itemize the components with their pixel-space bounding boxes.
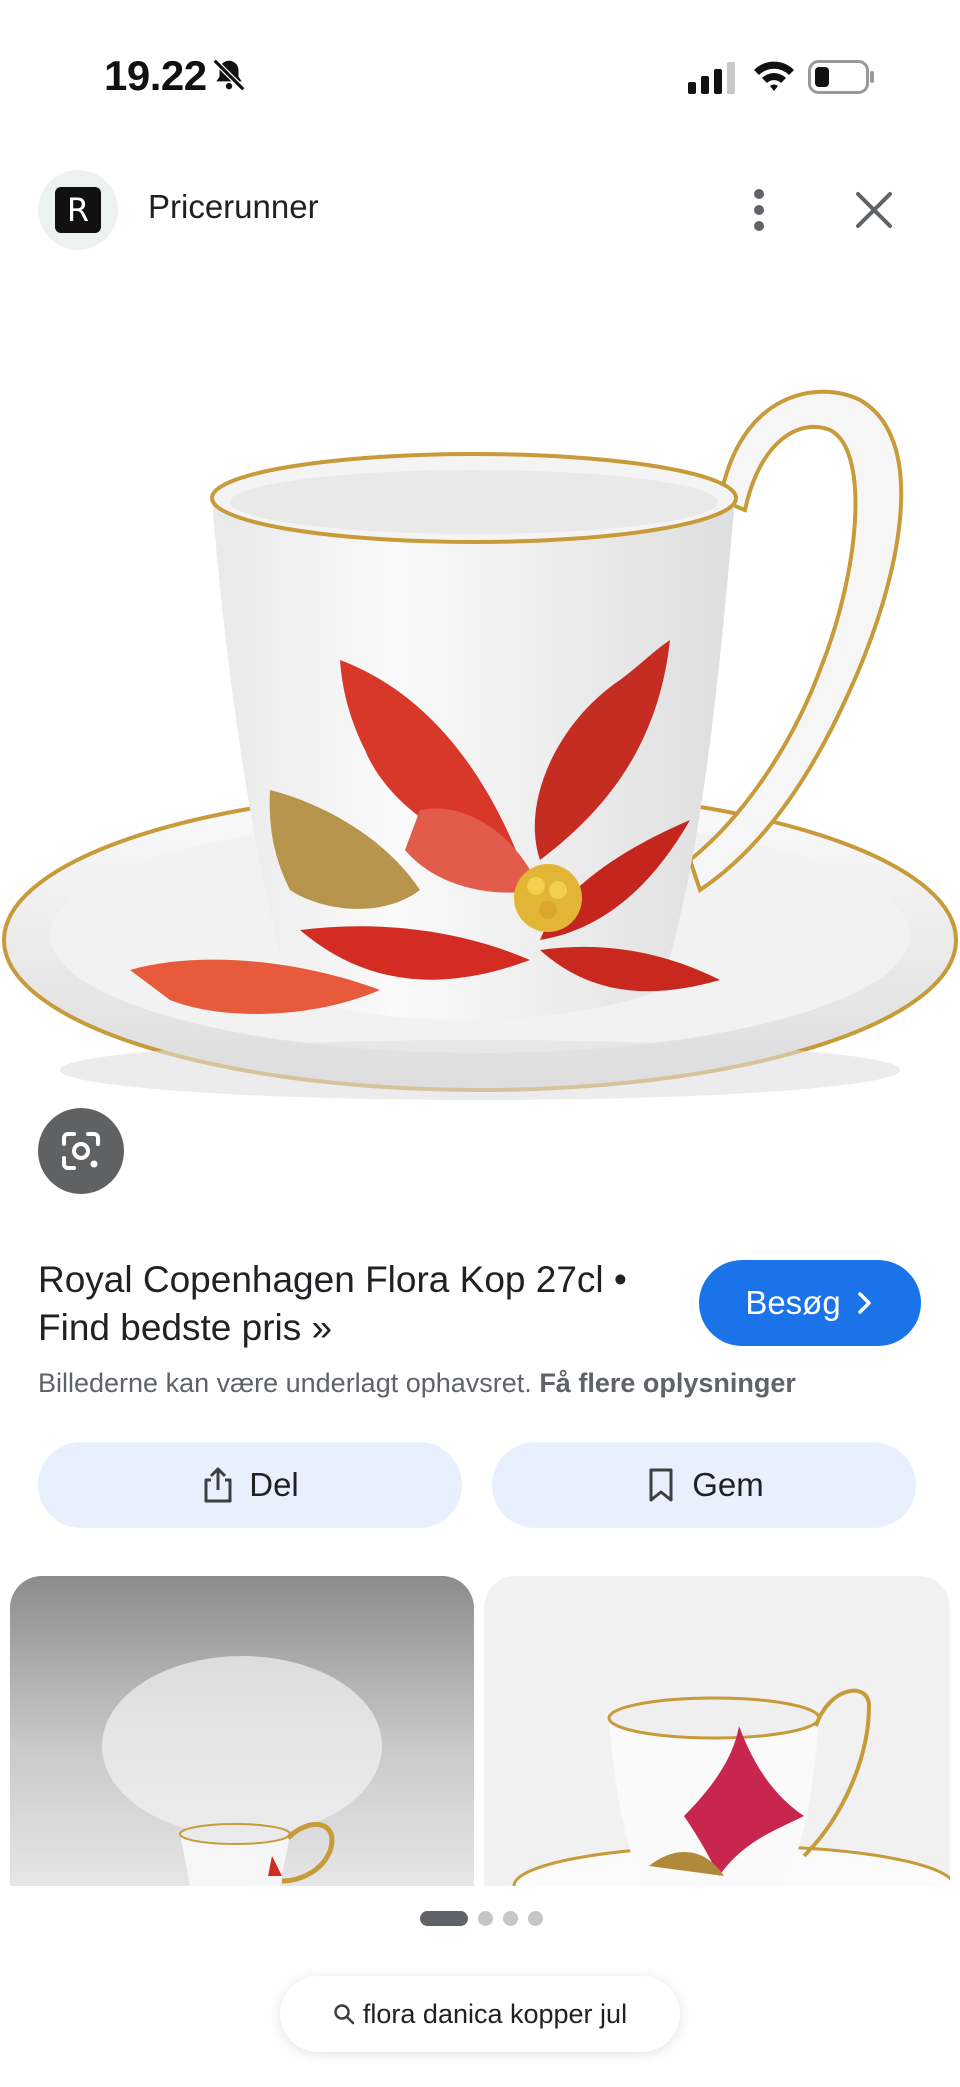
share-label: Del — [249, 1466, 299, 1503]
bookmark-icon — [649, 1468, 673, 1502]
related-cup-image-2 — [512, 1688, 950, 1886]
product-image[interactable] — [0, 330, 960, 1120]
cellular-signal-icon — [688, 62, 735, 94]
visit-button-label: Besøg — [745, 1284, 841, 1321]
more-options-icon[interactable] — [740, 186, 778, 234]
share-button[interactable]: Del — [38, 1442, 462, 1528]
visit-button[interactable]: Besøg — [699, 1260, 921, 1346]
google-lens-button[interactable] — [38, 1108, 124, 1194]
related-image-2[interactable] — [484, 1576, 950, 1886]
page-indicator-dot — [478, 1910, 493, 1926]
copyright-notice: Billederne kan være underlagt ophavsret.… — [38, 1368, 796, 1399]
battery-icon — [808, 60, 874, 94]
close-icon[interactable] — [852, 188, 896, 232]
page-indicator — [420, 1910, 543, 1926]
share-icon — [204, 1467, 232, 1503]
related-cup-image-1 — [102, 1656, 382, 1886]
status-time: 19.22 — [104, 52, 207, 99]
page-indicator-dot — [528, 1910, 543, 1926]
search-icon — [334, 2004, 355, 2025]
page-indicator-active — [420, 1910, 468, 1926]
wifi-icon — [754, 61, 794, 91]
pricerunner-logo: R — [55, 187, 101, 233]
search-query-pill[interactable]: flora danica kopper jul — [280, 1976, 680, 2052]
save-button[interactable]: Gem — [492, 1442, 916, 1528]
related-image-1[interactable] — [10, 1576, 474, 1886]
save-label: Gem — [692, 1466, 764, 1503]
search-query-text: flora danica kopper jul — [362, 1998, 628, 2029]
product-title[interactable]: Royal Copenhagen Flora Kop 27cl • Find b… — [38, 1256, 668, 1352]
source-avatar[interactable]: R — [38, 170, 118, 250]
copyright-text: Billederne kan være underlagt ophavsret. — [38, 1368, 532, 1398]
source-name[interactable]: Pricerunner — [148, 188, 319, 226]
page-indicator-dot — [503, 1910, 518, 1926]
bell-off-icon — [212, 58, 246, 92]
more-info-link[interactable]: Få flere oplysninger — [539, 1368, 796, 1398]
lens-icon — [62, 1132, 100, 1170]
chevron-right-icon — [857, 1292, 871, 1314]
